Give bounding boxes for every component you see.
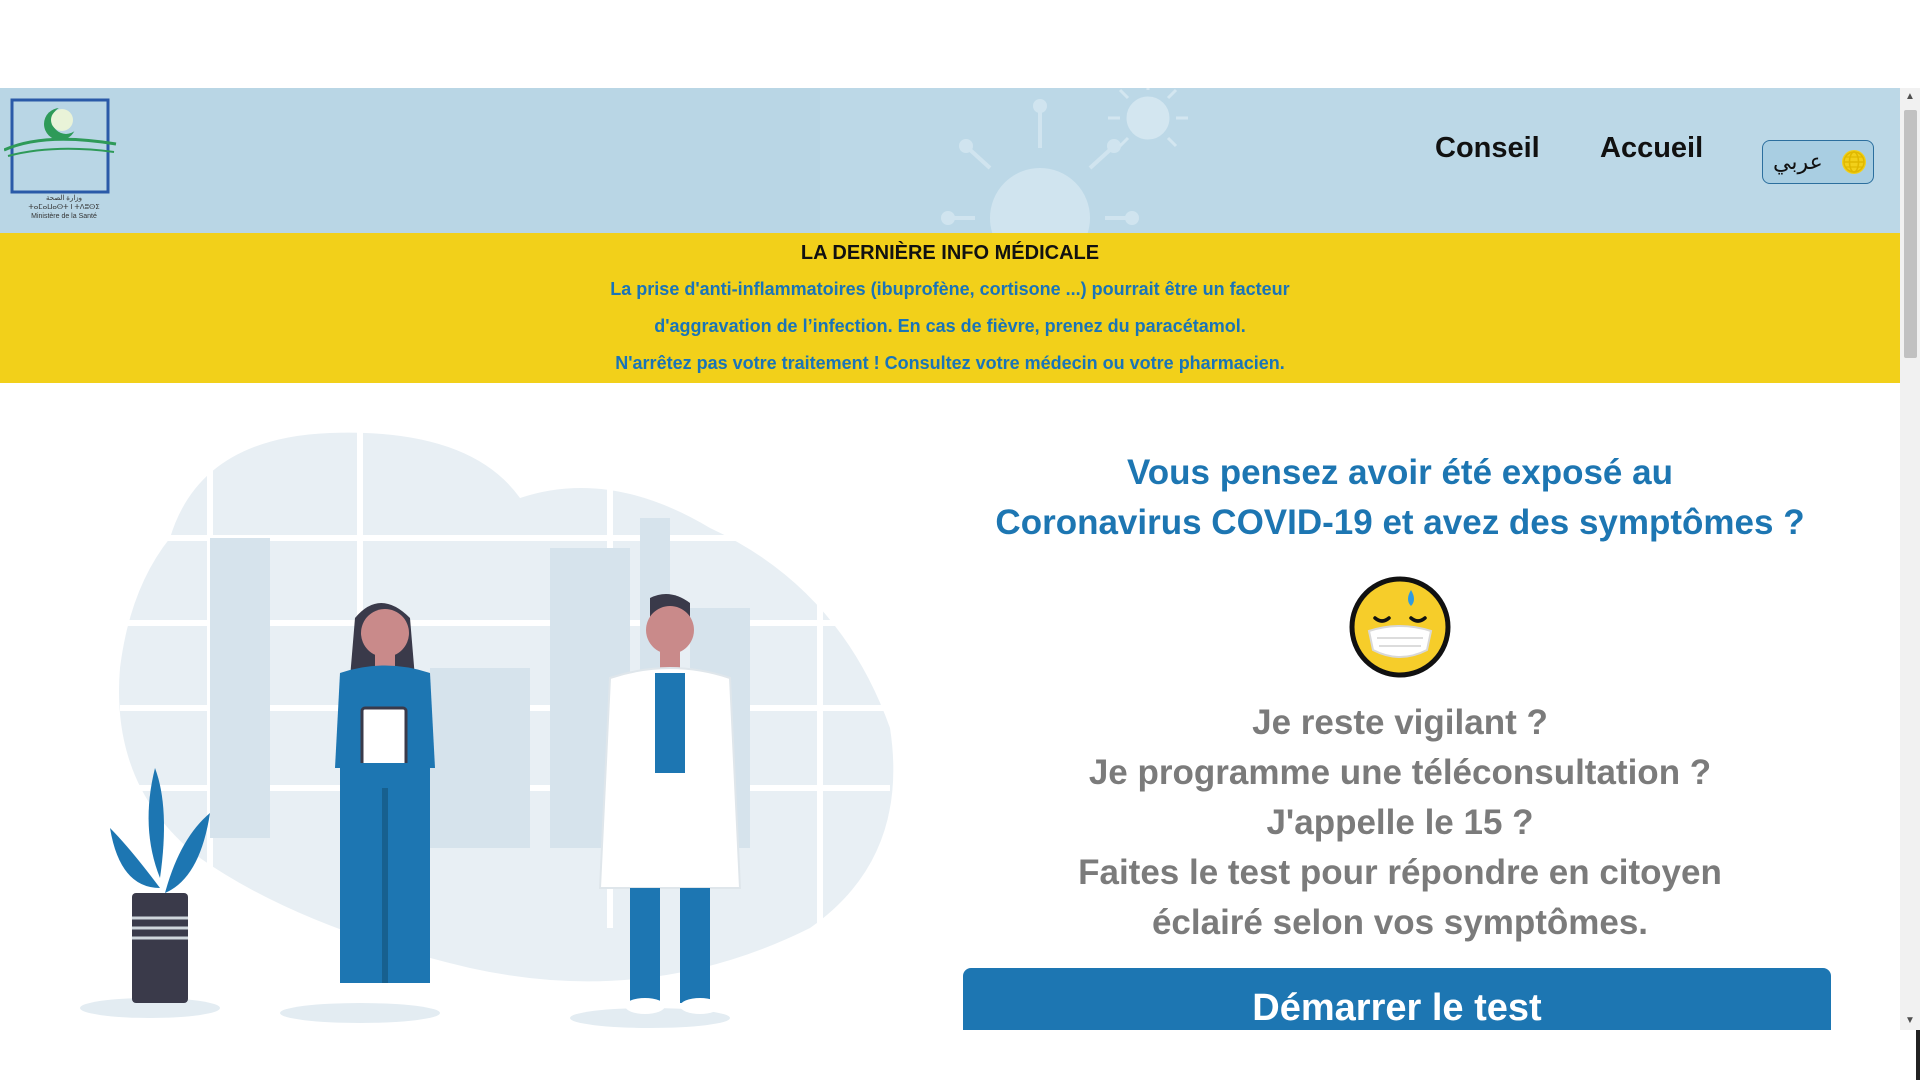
question-vigilant: Je reste vigilant ? [1252,703,1548,742]
question-take-test-2: éclairé selon vos symptômes. [1151,903,1649,942]
question-take-test-1: Faites le test pour répondre en citoyen [1078,853,1722,892]
logo-caption-tifinagh: ⵜⴰⵎⴰⵡⴰⵙⵜ ⵏ ⵜⴷⵓⵙⵉ [28,204,100,211]
scroll-up-arrow-icon[interactable]: ▲ [1900,88,1920,106]
language-toggle-label: عربي [1773,149,1823,174]
doctors-illustration [80,408,894,1028]
medical-info-banner: LA DERNIÈRE INFO MÉDICALE La prise d'ant… [0,233,1900,383]
logo-caption-french: Ministère de la Santé [31,213,97,220]
globe-icon [1842,150,1866,174]
banner-line-2: d'aggravation de l’infection. En cas de … [654,316,1246,336]
browser-bottom-blank [0,1030,1920,1080]
face-with-mask-emoji-icon [1349,576,1451,678]
nav-link-conseil[interactable]: Conseil [1435,128,1540,168]
scrollbar-thumb[interactable] [1904,110,1917,358]
vertical-scrollbar[interactable]: ▲ ▼ [1900,88,1920,1030]
page-viewport: وزارة الصحة ⵜⴰⵎⴰⵡⴰⵙⵜ ⵏ ⵜⴷⵓⵙⵉ Ministère d… [0,88,1900,1030]
nav-link-accueil[interactable]: Accueil [1600,128,1703,168]
browser-top-blank [0,0,1920,88]
ministry-logo-caption: وزارة الصحة ⵜⴰⵎⴰⵡⴰⵙⵜ ⵏ ⵜⴷⵓⵙⵉ Ministère d… [10,194,118,221]
banner-line-1: La prise d'anti-inflammatoires (ibuprofè… [610,279,1290,299]
start-test-button[interactable]: Démarrer le test [963,968,1831,1030]
question-teleconsultation: Je programme une téléconsultation ? [1088,753,1712,792]
banner-line-3: N'arrêtez pas votre traitement ! Consult… [615,353,1285,373]
logo-caption-arabic: وزارة الصحة [45,195,83,202]
hero-questions: Je reste vigilant ? Je programme une tél… [960,698,1840,948]
hero-title-line-1: Vous pensez avoir été exposé au [1127,453,1673,492]
window-edge [1916,1030,1920,1080]
ministry-emblem-icon [4,98,117,194]
hero-title-line-2: Coronavirus COVID-19 et avez des symptôm… [995,503,1805,542]
hero-section: Vous pensez avoir été exposé au Coronavi… [960,448,1840,948]
language-toggle-button[interactable]: عربي [1762,140,1874,184]
site-header: وزارة الصحة ⵜⴰⵎⴰⵡⴰⵙⵜ ⵏ ⵜⴷⵓⵙⵉ Ministère d… [0,88,1900,233]
scroll-down-arrow-icon[interactable]: ▼ [1900,1012,1920,1030]
hero-title: Vous pensez avoir été exposé au Coronavi… [960,448,1840,548]
question-call-15: J'appelle le 15 ? [1266,803,1534,842]
ministry-logo[interactable]: وزارة الصحة ⵜⴰⵎⴰⵡⴰⵙⵜ ⵏ ⵜⴷⵓⵙⵉ Ministère d… [4,94,120,230]
banner-title: LA DERNIÈRE INFO MÉDICALE [800,242,1100,264]
